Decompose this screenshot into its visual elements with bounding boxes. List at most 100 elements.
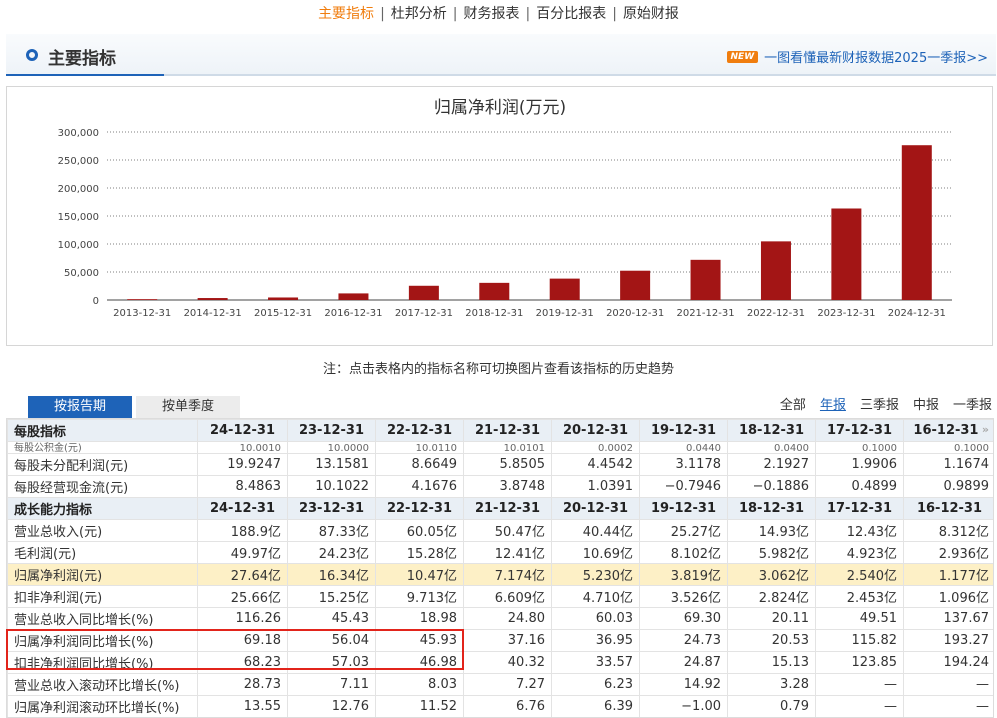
indicator-value: 87.33亿 bbox=[287, 519, 376, 542]
indicator-value: 13.55 bbox=[197, 695, 288, 717]
indicator-value: 9.713亿 bbox=[375, 585, 464, 608]
nav-item[interactable]: 百分比报表 bbox=[532, 6, 610, 22]
indicator-name[interactable]: 营业总收入滚动环比增长(%) bbox=[7, 673, 198, 696]
indicator-value: 14.93亿 bbox=[727, 519, 816, 542]
column-header: 17-12-31 bbox=[815, 419, 904, 442]
indicator-value: 194.24 bbox=[903, 651, 993, 674]
column-header: 24-12-31 bbox=[197, 419, 288, 442]
table-row: 毛利润(元) 49.97亿 24.23亿 15.28亿 12.41亿 10.69亿 8.10… bbox=[7, 541, 993, 564]
column-header: 19-12-31 bbox=[639, 497, 728, 520]
bar bbox=[127, 299, 158, 300]
tab-by-report-period[interactable]: 按报告期 bbox=[28, 396, 132, 418]
nav-item[interactable]: 原始财报 bbox=[619, 6, 683, 22]
bar bbox=[690, 259, 721, 300]
indicator-value: 10.0110 bbox=[375, 441, 464, 454]
nav-item[interactable]: 杜邦分析 bbox=[387, 6, 451, 22]
news-link[interactable]: NEW 一图看懂最新财报数据2025一季报>> bbox=[726, 47, 988, 66]
indicator-value: 0.0002 bbox=[551, 441, 640, 454]
top-navigation: 主要指标 | 杜邦分析 | 财务报表 | 百分比报表 | 原始财报 bbox=[0, 0, 997, 28]
period-filter-item[interactable]: 三季报 bbox=[860, 394, 899, 413]
indicator-name[interactable]: 毛利润(元) bbox=[7, 541, 198, 564]
column-header: 17-12-31 bbox=[815, 497, 904, 520]
tab-by-single-quarter[interactable]: 按单季度 bbox=[136, 396, 240, 418]
x-tick-label: 2023-12-31 bbox=[817, 308, 875, 319]
indicator-value: 20.11 bbox=[727, 607, 816, 630]
x-tick-label: 2015-12-31 bbox=[254, 308, 312, 319]
indicator-value: 12.41亿 bbox=[463, 541, 552, 564]
period-filter-item[interactable]: 中报 bbox=[913, 394, 939, 413]
indicator-name[interactable]: 归属净利润滚动环比增长(%) bbox=[7, 695, 198, 717]
nav-separator: | bbox=[380, 6, 385, 22]
indicator-value: 18.98 bbox=[375, 607, 464, 630]
period-filter-item[interactable]: 全部 bbox=[780, 394, 806, 413]
indicator-value: 8.102亿 bbox=[639, 541, 728, 564]
indicator-value: 19.9247 bbox=[197, 453, 288, 476]
nav-item[interactable]: 财务报表 bbox=[460, 6, 524, 22]
indicator-value: 1.0391 bbox=[551, 475, 640, 498]
indicator-value: 25.27亿 bbox=[639, 519, 728, 542]
bar bbox=[197, 298, 228, 300]
y-tick-label: 50,000 bbox=[64, 268, 99, 279]
period-filter: 全部 年报 三季报 中报 一季报 bbox=[780, 394, 992, 413]
indicator-value: 193.27 bbox=[903, 629, 993, 652]
indicator-value: 69.30 bbox=[639, 607, 728, 630]
indicator-name[interactable]: 营业总收入同比增长(%) bbox=[7, 607, 198, 630]
indicator-value: 25.66亿 bbox=[197, 585, 288, 608]
indicator-value: 46.98 bbox=[375, 651, 464, 674]
indicator-value: 36.95 bbox=[551, 629, 640, 652]
new-badge: NEW bbox=[726, 50, 759, 63]
x-tick-label: 2014-12-31 bbox=[184, 308, 242, 319]
indicator-value: 56.04 bbox=[287, 629, 376, 652]
indicator-value: 6.39 bbox=[551, 695, 640, 717]
indicator-name[interactable]: 每股未分配利润(元) bbox=[7, 453, 198, 476]
indicator-value: 3.526亿 bbox=[639, 585, 728, 608]
table-row: 每股未分配利润(元) 19.9247 13.1581 8.6649 5.8505 4.45… bbox=[7, 453, 993, 476]
indicator-value: 12.76 bbox=[287, 695, 376, 717]
indicator-value: 5.982亿 bbox=[727, 541, 816, 564]
indicator-value: 15.25亿 bbox=[287, 585, 376, 608]
indicator-value: 27.64亿 bbox=[197, 563, 288, 586]
scroll-right-icon[interactable]: » bbox=[982, 423, 989, 436]
indicator-name[interactable]: 扣非净利润(元) bbox=[7, 585, 198, 608]
column-header: 20-12-31 bbox=[551, 497, 640, 520]
indicator-value: 15.28亿 bbox=[375, 541, 464, 564]
column-header: 20-12-31 bbox=[551, 419, 640, 442]
indicator-value: 6.23 bbox=[551, 673, 640, 696]
indicator-value: 2.540亿 bbox=[815, 563, 904, 586]
indicator-value: 8.312亿 bbox=[903, 519, 993, 542]
nav-separator: | bbox=[452, 6, 458, 22]
indicator-name[interactable]: 归属净利润同比增长(%) bbox=[7, 629, 198, 652]
group-title: 每股指标 bbox=[7, 419, 198, 442]
indicator-value: 68.23 bbox=[197, 651, 288, 674]
indicator-name[interactable]: 归属净利润(元) bbox=[7, 563, 198, 586]
indicator-name[interactable]: 扣非净利润同比增长(%) bbox=[7, 651, 198, 674]
indicator-value: 0.4899 bbox=[815, 475, 904, 498]
period-filter-item[interactable]: 一季报 bbox=[953, 394, 992, 413]
table-row: 营业总收入滚动环比增长(%) 28.73 7.11 8.03 7.27 6.23 14.92… bbox=[7, 673, 993, 696]
indicator-value: 5.230亿 bbox=[551, 563, 640, 586]
nav-separator: | bbox=[525, 6, 531, 22]
indicator-value: 4.923亿 bbox=[815, 541, 904, 564]
column-header: 22-12-31 bbox=[375, 497, 464, 520]
indicator-name[interactable]: 每股公积金(元) bbox=[7, 441, 198, 454]
bar bbox=[268, 297, 299, 300]
chart-container: 归属净利润(万元) 0 50,000 100,000 150,000 200,000 250… bbox=[6, 86, 993, 346]
column-header: 16-12-31 bbox=[903, 497, 993, 520]
nav-item[interactable]: 主要指标 bbox=[314, 6, 378, 22]
indicator-name[interactable]: 营业总收入(元) bbox=[7, 519, 198, 542]
indicator-value: 13.1581 bbox=[287, 453, 376, 476]
table-row: 每股公积金(元) 10.0010 10.0000 10.0110 10.0101 0.00… bbox=[7, 441, 993, 454]
indicator-name[interactable]: 每股经营现金流(元) bbox=[7, 475, 198, 498]
bar bbox=[549, 278, 580, 300]
bar bbox=[620, 270, 651, 300]
y-tick-label: 300,000 bbox=[58, 128, 99, 139]
indicator-value: 24.73 bbox=[639, 629, 728, 652]
indicator-value: 10.0101 bbox=[463, 441, 552, 454]
indicator-value: 7.174亿 bbox=[463, 563, 552, 586]
indicator-value: 0.9899 bbox=[903, 475, 993, 498]
column-header: 19-12-31 bbox=[639, 419, 728, 442]
indicator-value: 137.67 bbox=[903, 607, 993, 630]
indicator-table: 每股指标 24-12-31 23-12-31 22-12-31 21-12-31 20-1… bbox=[6, 418, 994, 718]
bar bbox=[760, 241, 791, 300]
period-filter-item[interactable]: 年报 bbox=[820, 394, 846, 413]
